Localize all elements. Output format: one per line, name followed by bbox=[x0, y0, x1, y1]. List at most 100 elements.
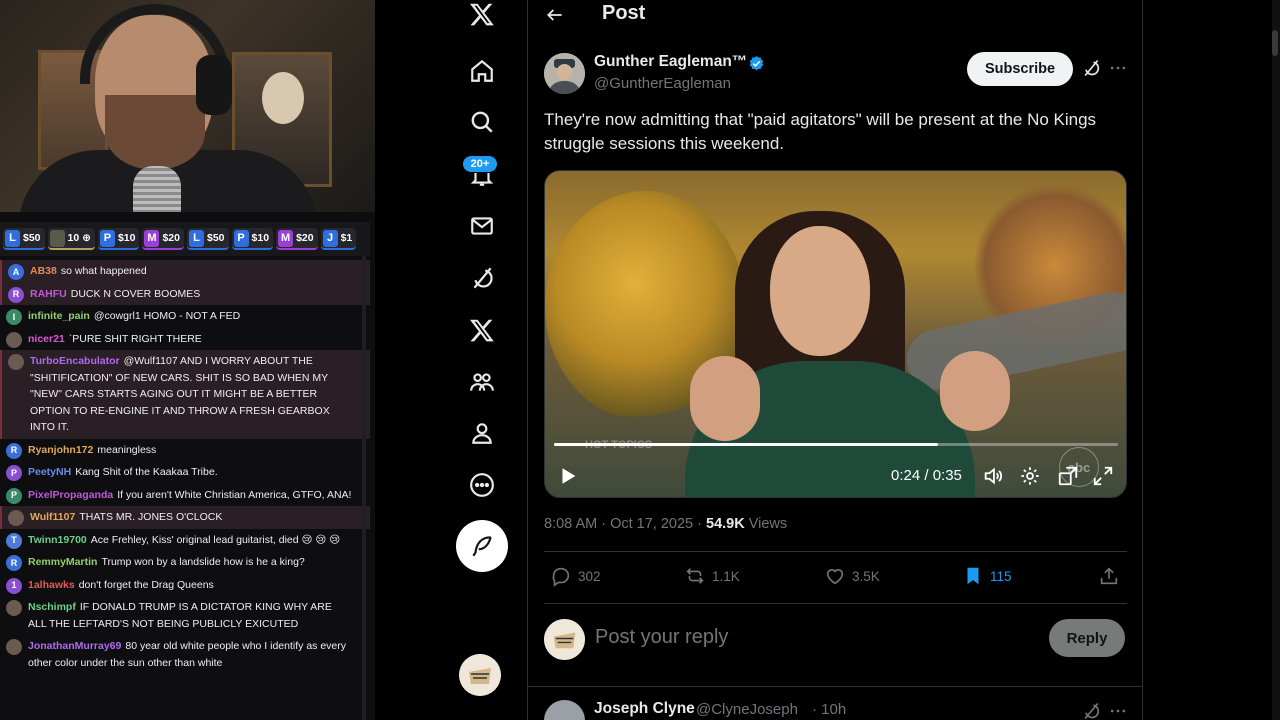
donation-amount: $10 bbox=[117, 232, 136, 244]
more-options-icon[interactable] bbox=[462, 465, 502, 505]
volume-icon[interactable] bbox=[982, 465, 1004, 487]
grok-icon[interactable] bbox=[1081, 58, 1101, 78]
chat-username[interactable]: Twinn19700 bbox=[28, 534, 87, 546]
video-host-hand bbox=[690, 356, 760, 441]
views-label: Views bbox=[744, 516, 788, 532]
search-icon[interactable] bbox=[462, 102, 502, 142]
account-avatar[interactable] bbox=[459, 654, 501, 696]
communities-icon[interactable] bbox=[462, 362, 502, 402]
grok-icon[interactable] bbox=[462, 258, 502, 298]
chat-username[interactable]: nicer21 bbox=[28, 333, 65, 345]
chat-text: @cowgrl1 HOMO - NOT A FED bbox=[93, 310, 241, 322]
settings-gear-icon[interactable] bbox=[1019, 465, 1041, 487]
play-icon[interactable] bbox=[557, 465, 579, 487]
chat-username[interactable]: RAHFU bbox=[30, 288, 67, 300]
page-title: Post bbox=[602, 2, 646, 24]
donor-avatar: M bbox=[144, 229, 160, 247]
picture-in-picture-icon[interactable] bbox=[1057, 465, 1079, 487]
premium-x-icon[interactable] bbox=[462, 310, 502, 350]
notifications-badge: 20+ bbox=[462, 155, 498, 173]
donor-avatar: L bbox=[5, 229, 20, 247]
reply-author-handle[interactable]: @ClyneJoseph bbox=[696, 701, 798, 718]
bookmark-action[interactable]: 115 bbox=[962, 565, 1012, 587]
fullscreen-icon[interactable] bbox=[1092, 465, 1114, 487]
reply-composer-avatar bbox=[544, 619, 585, 660]
grok-icon[interactable] bbox=[1081, 701, 1101, 720]
like-action[interactable]: 3.5K bbox=[824, 565, 880, 587]
donation-amount: $1 bbox=[340, 232, 353, 244]
more-dots-icon[interactable] bbox=[1108, 58, 1128, 78]
chat-username[interactable]: Wulf1107 bbox=[30, 511, 75, 523]
video-progress-bar[interactable] bbox=[554, 443, 1118, 446]
chat-avatar bbox=[8, 510, 24, 526]
donation-pill: L $50 bbox=[187, 228, 229, 250]
feather-icon bbox=[472, 536, 492, 557]
chat-message: A AB38 so what happened bbox=[0, 260, 370, 283]
chat-avatar: R bbox=[6, 442, 22, 459]
author-handle[interactable]: @GuntherEagleman bbox=[594, 75, 731, 92]
stream-overlay: L $50 10 ⊕ P $10 M $20 L $50 P $10 M $20 J $1 A AB38 so … bbox=[0, 0, 375, 720]
donor-avatar: J bbox=[322, 229, 338, 247]
donation-amount: $50 bbox=[207, 232, 225, 244]
donation-pill: M $20 bbox=[276, 228, 318, 250]
compose-post-button[interactable] bbox=[456, 520, 508, 572]
reply-author-avatar[interactable] bbox=[544, 700, 585, 720]
share-action[interactable] bbox=[1098, 565, 1120, 587]
chat-text: so what happened bbox=[60, 265, 147, 277]
chat-avatar: P bbox=[6, 487, 22, 504]
reply-button[interactable]: Reply bbox=[1049, 619, 1125, 657]
donor-avatar: L bbox=[189, 229, 204, 247]
streamer-beard bbox=[105, 95, 205, 170]
subscribe-button[interactable]: Subscribe bbox=[967, 52, 1073, 86]
chat-avatar bbox=[6, 600, 22, 616]
chat-username[interactable]: Ryanjohn172 bbox=[28, 444, 93, 456]
video-player[interactable]: HOT TOPICS abc 0:24 / 0:35 bbox=[544, 170, 1127, 498]
chat-text: meaningless bbox=[97, 443, 157, 456]
chat-username[interactable]: infinite_pain bbox=[28, 310, 90, 322]
scrollbar-thumb[interactable] bbox=[1272, 30, 1278, 56]
chat-username[interactable]: TurboEncabulator bbox=[30, 355, 120, 367]
reply-author-name[interactable]: Joseph Clyne bbox=[594, 700, 695, 718]
reply-timestamp[interactable]: · 10h bbox=[812, 701, 846, 718]
messages-icon[interactable] bbox=[462, 206, 502, 246]
home-icon[interactable] bbox=[462, 51, 502, 91]
chat-username[interactable]: RemmyMartin bbox=[28, 556, 97, 568]
donor-avatar bbox=[49, 229, 65, 247]
back-arrow-icon[interactable] bbox=[542, 2, 568, 28]
chat-username[interactable]: 1alhawks bbox=[28, 579, 75, 591]
chat-username[interactable]: PeetyNH bbox=[28, 466, 71, 478]
chat-message: Nschimpf IF DONALD TRUMP IS A DICTATOR KI… bbox=[0, 596, 370, 635]
chat-avatar: 1 bbox=[6, 577, 22, 594]
video-host-hand bbox=[940, 351, 1010, 431]
page-scrollbar[interactable] bbox=[1272, 0, 1280, 720]
author-avatar[interactable] bbox=[544, 53, 585, 94]
chat-message: R RAHFU DUCK N COVER BOOMES bbox=[0, 282, 370, 305]
donation-amount: $10 bbox=[251, 232, 270, 244]
painting-portrait bbox=[262, 72, 304, 124]
author-name[interactable]: Gunther Eagleman™ bbox=[594, 53, 747, 71]
post-text: They're now admitting that "paid agitato… bbox=[544, 110, 1097, 153]
chat-message: R RemmyMartin Trump won by a landslide how… bbox=[0, 551, 370, 574]
chat-text: `PURE SHIT RIGHT THERE bbox=[68, 332, 202, 345]
chat-username[interactable]: Nschimpf bbox=[28, 601, 76, 613]
chat-avatar: I bbox=[6, 309, 22, 325]
repost-count: 1.1K bbox=[712, 568, 740, 584]
webcam-feed bbox=[0, 0, 375, 212]
chat-list: A AB38 so what happened R RAHFU DUCK N COVER … bbox=[0, 260, 370, 720]
reply-input[interactable]: Post your reply bbox=[595, 626, 728, 649]
x-logo-icon[interactable] bbox=[462, 0, 502, 34]
chat-message: T Twinn19700 Ace Frehley, Kiss' original l… bbox=[0, 529, 370, 552]
chat-message: R Ryanjohn172 meaningless bbox=[0, 439, 370, 462]
chat-username[interactable]: JonathanMurray69 bbox=[28, 640, 121, 652]
donation-amount: $50 bbox=[23, 232, 41, 244]
post-timestamp[interactable]: 8:08 AM · Oct 17, 2025 · bbox=[544, 516, 706, 532]
chat-scrollbar[interactable] bbox=[362, 256, 366, 720]
more-dots-icon[interactable] bbox=[1108, 701, 1128, 720]
chat-username[interactable]: AB38 bbox=[30, 265, 57, 277]
profile-icon[interactable] bbox=[462, 413, 502, 453]
video-progress-fill bbox=[554, 443, 938, 446]
post-metadata: 8:08 AM · Oct 17, 2025 · 54.9K Views bbox=[544, 516, 787, 532]
chat-username[interactable]: PixelPropaganda bbox=[28, 489, 113, 501]
reply-action[interactable]: 302 bbox=[550, 565, 601, 587]
repost-action[interactable]: 1.1K bbox=[684, 565, 740, 587]
